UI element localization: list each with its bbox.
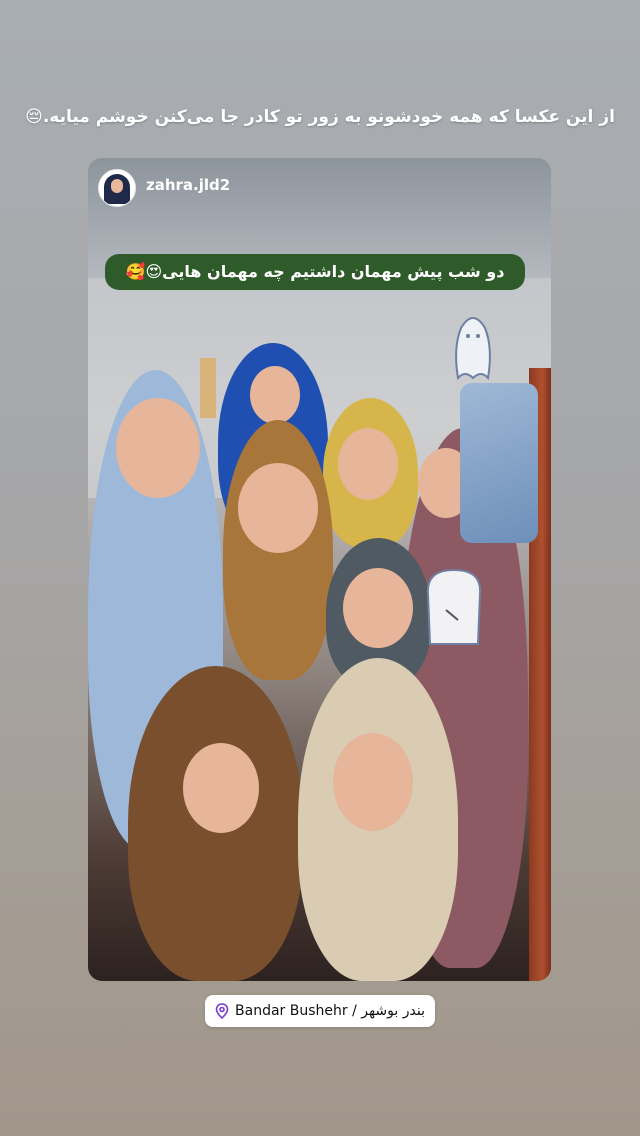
- shared-post-card[interactable]: دو شب پیش مهمان داشتیم چه مهمان هایی😍🥰 z…: [88, 158, 551, 981]
- door-frame: [200, 358, 216, 418]
- avatar[interactable]: [98, 169, 136, 207]
- location-sticker[interactable]: Bandar Bushehr / بندر بوشهر: [205, 995, 435, 1027]
- username-label[interactable]: zahra.jld2: [146, 176, 230, 194]
- phone-in-hand: [460, 383, 538, 543]
- story-caption: از این عکسا که همه خودشونو به زور تو کاد…: [25, 107, 615, 127]
- location-pin-icon: [215, 1003, 229, 1019]
- ghost-sticker-icon: [455, 317, 491, 381]
- photo-caption: دو شب پیش مهمان داشتیم چه مهمان هایی😍🥰: [105, 254, 525, 290]
- location-label: Bandar Bushehr / بندر بوشهر: [235, 1003, 425, 1019]
- toast-sticker-icon: [426, 568, 482, 645]
